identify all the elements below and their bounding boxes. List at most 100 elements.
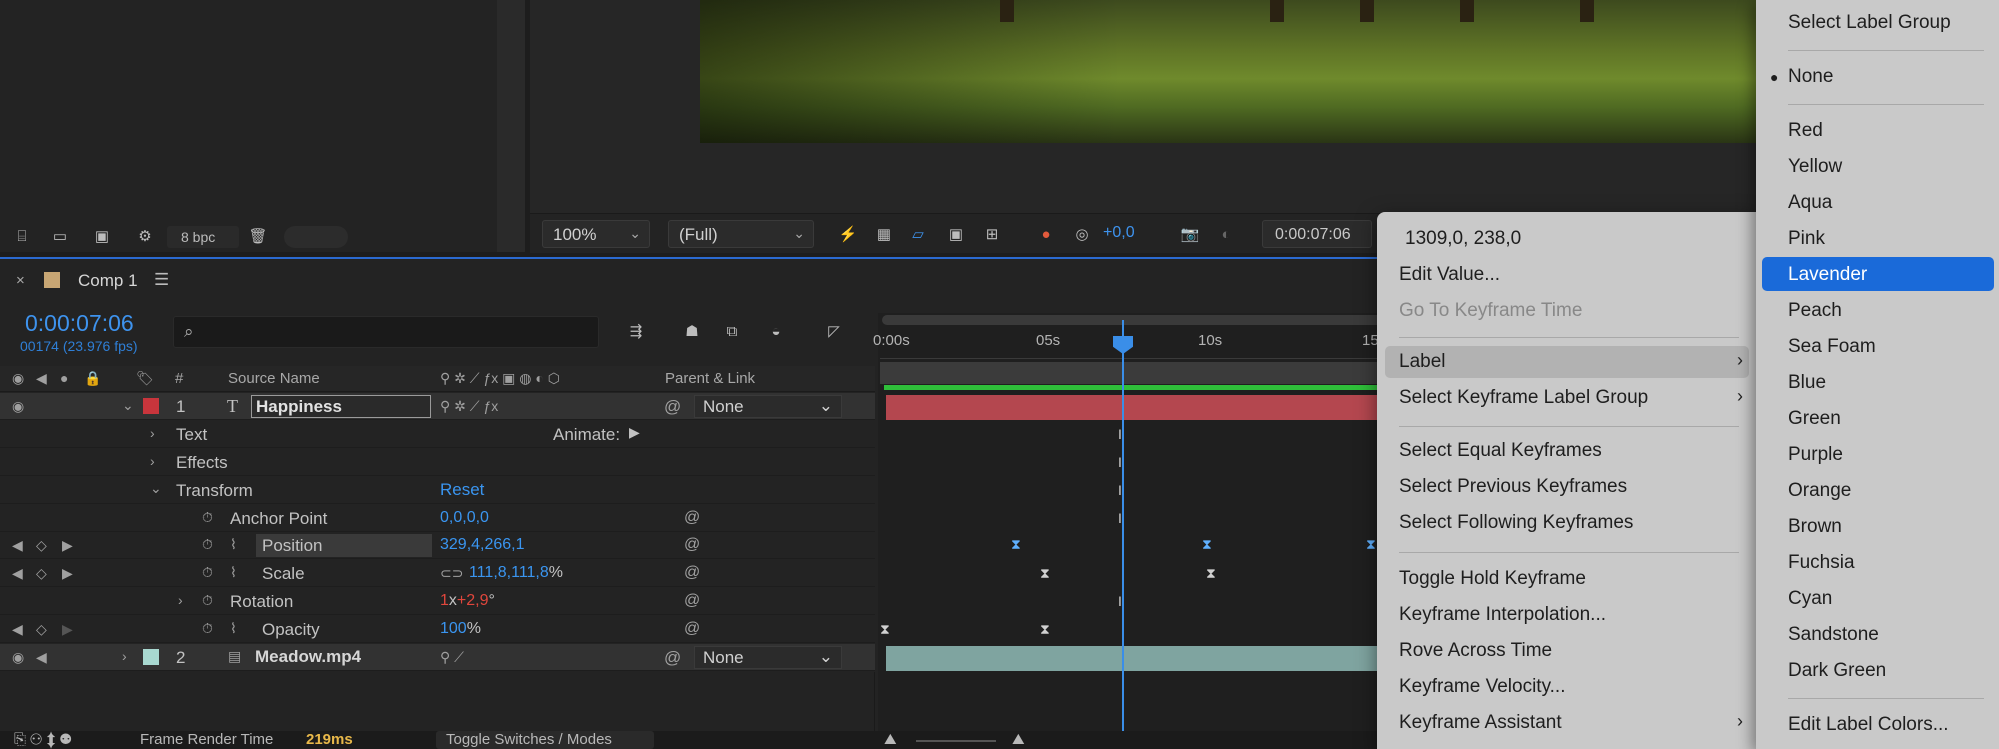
eye-icon[interactable]: ◉ [12, 398, 24, 415]
graph-icon[interactable]: ⌇ [230, 564, 237, 581]
position-keyframe[interactable]: ⧗ [1366, 536, 1376, 553]
render-toggle-icons[interactable]: ⎘ ⚇ ⬍ ⚉ [14, 731, 72, 748]
zoom-in-icon[interactable]: ⛰ [1012, 731, 1025, 748]
opacity-keyframe[interactable]: ⧗ [1040, 621, 1050, 638]
prop-row-position[interactable]: ◀ ◇ ▶ ⏱ ⌇ Position 329,4,266,1 @ [0, 532, 875, 559]
prev-keyframe-icon[interactable]: ◀ [12, 565, 23, 582]
parent-dropdown[interactable]: None ⌄ [694, 395, 842, 418]
work-area-range[interactable] [882, 315, 1382, 325]
layer-name[interactable]: Meadow.mp4 [255, 647, 361, 667]
bpc-button[interactable]: 8 bpc [167, 226, 239, 248]
transparency-grid-icon[interactable]: ▦ [872, 222, 896, 246]
label-pink[interactable]: Pink [1788, 222, 1825, 256]
snapshot-camera-icon[interactable]: 📷 [1178, 222, 1202, 246]
frame-blending-icon[interactable]: ⧉ [718, 318, 746, 344]
pickwhip-icon[interactable]: @ [684, 564, 700, 582]
stopwatch-icon[interactable]: ⏱ [202, 536, 213, 553]
menu-assistant[interactable]: Keyframe Assistant [1399, 706, 1562, 740]
label-aqua[interactable]: Aqua [1788, 186, 1832, 220]
solo-icon[interactable]: ● [60, 370, 68, 386]
next-keyframe-icon[interactable]: ▶ [62, 621, 73, 638]
project-settings-icon[interactable]: ⚙ [130, 225, 160, 247]
constrain-proportions-icon[interactable]: ⊂⊃ [440, 565, 463, 582]
position-keyframe[interactable]: ⧗ [1011, 536, 1021, 553]
chevron-right-icon[interactable]: › [178, 592, 183, 608]
pickwhip-icon[interactable]: @ [684, 620, 700, 638]
menu-select-equal[interactable]: Select Equal Keyframes [1399, 434, 1602, 468]
shy-layers-icon[interactable]: ☗ [678, 318, 706, 344]
chevron-right-icon[interactable]: › [122, 648, 127, 664]
menu-interpolation[interactable]: Keyframe Interpolation... [1399, 598, 1606, 632]
audio-icon[interactable]: ◀ [36, 370, 47, 387]
layer-duration-bar-1[interactable] [886, 395, 1380, 420]
motion-blur-icon[interactable]: ◒ [762, 318, 790, 344]
menu-rove[interactable]: Rove Across Time [1399, 634, 1552, 668]
layer-name[interactable]: Happiness [251, 395, 431, 418]
add-keyframe-icon[interactable]: ◇ [36, 537, 47, 554]
menu-label[interactable]: Label [1399, 345, 1446, 379]
menu-toggle-hold[interactable]: Toggle Hold Keyframe [1399, 562, 1586, 596]
new-composition-icon[interactable]: ▣ [88, 225, 116, 247]
prop-row-text[interactable]: › Text Animate: ▶ [0, 421, 875, 448]
chevron-down-icon[interactable]: ⌄ [122, 397, 134, 414]
layer-label-chip[interactable] [143, 398, 159, 414]
reset-exposure-icon[interactable]: ◎ [1070, 222, 1094, 246]
label-icon[interactable]: 🏷 [136, 370, 154, 387]
close-icon[interactable]: × [16, 272, 25, 289]
label-orange[interactable]: Orange [1788, 474, 1851, 508]
layer-switches[interactable]: ⚲ ⟋ [440, 649, 464, 666]
stopwatch-icon[interactable]: ⏱ [202, 564, 213, 581]
position-value[interactable]: 329,4,266,1 [440, 536, 525, 554]
resolution-dropdown[interactable]: (Full) ⌄ [668, 220, 814, 248]
graph-icon[interactable]: ⌇ [230, 620, 237, 637]
label-red[interactable]: Red [1788, 114, 1823, 148]
pickwhip-icon[interactable]: @ [684, 536, 700, 554]
pickwhip-icon[interactable]: @ [664, 397, 681, 417]
scale-keyframe[interactable]: ⧗ [1040, 565, 1050, 582]
scale-keyframe[interactable]: ⧗ [1206, 565, 1216, 582]
label-dark-green[interactable]: Dark Green [1788, 654, 1886, 688]
chevron-right-icon[interactable]: › [150, 425, 155, 441]
label-purple[interactable]: Purple [1788, 438, 1843, 472]
stopwatch-icon[interactable]: ⏱ [202, 509, 213, 526]
rotation-degrees[interactable]: +2,9 [457, 592, 489, 609]
zoom-slider[interactable] [916, 740, 996, 742]
show-snapshot-icon[interactable]: ◐ [1214, 222, 1238, 246]
graph-icon[interactable]: ⌇ [230, 536, 237, 553]
region-of-interest-icon[interactable]: ▣ [944, 222, 968, 246]
comp-mini-flowchart-icon[interactable]: ⇶ [622, 318, 650, 344]
column-parent[interactable]: Parent & Link [665, 370, 755, 387]
tab-comp[interactable]: Comp 1 [78, 271, 138, 291]
channels-icon[interactable]: ● [1034, 222, 1058, 246]
submenu-select-label-group[interactable]: Select Label Group [1788, 6, 1951, 40]
chevron-down-icon[interactable]: ⌄ [150, 480, 162, 497]
next-keyframe-icon[interactable]: ▶ [62, 565, 73, 582]
fast-previews-icon[interactable]: ⚡ [836, 222, 860, 246]
mask-visibility-icon[interactable]: ▱ [906, 222, 930, 246]
menu-edit-value[interactable]: Edit Value... [1399, 258, 1500, 292]
column-source-name[interactable]: Source Name [228, 370, 320, 387]
label-green[interactable]: Green [1788, 402, 1841, 436]
reset-link[interactable]: Reset [440, 480, 484, 500]
label-fuchsia[interactable]: Fuchsia [1788, 546, 1855, 580]
menu-select-following[interactable]: Select Following Keyframes [1399, 506, 1633, 540]
play-icon[interactable]: ▶ [629, 424, 640, 441]
graph-editor-icon[interactable]: ◸ [820, 318, 848, 344]
add-keyframe-icon[interactable]: ◇ [36, 565, 47, 582]
prop-row-transform[interactable]: ⌄ Transform Reset [0, 477, 875, 504]
parent-dropdown[interactable]: None ⌄ [694, 646, 842, 669]
eye-icon[interactable]: ◉ [12, 649, 24, 666]
label-peach[interactable]: Peach [1788, 294, 1842, 328]
layer-switches[interactable]: ⚲ ✲ ⟋ ƒx [440, 398, 498, 415]
layer-row-2[interactable]: ◉ ◀ › 2 ▤ Meadow.mp4 ⚲ ⟋ @ None ⌄ [0, 644, 875, 671]
grid-guides-icon[interactable]: ⊞ [980, 222, 1004, 246]
viewer-timecode[interactable]: 0:00:07:06 [1262, 220, 1372, 248]
toggle-switches-button[interactable]: Toggle Switches / Modes [436, 731, 654, 749]
label-sea-foam[interactable]: Sea Foam [1788, 330, 1876, 364]
zoom-dropdown[interactable]: 100% ⌄ [542, 220, 650, 248]
label-cyan[interactable]: Cyan [1788, 582, 1832, 616]
lock-icon[interactable]: 🔒 [84, 370, 101, 387]
rotation-turns[interactable]: 1 [440, 592, 449, 609]
pickwhip-icon[interactable]: @ [684, 592, 700, 610]
next-keyframe-icon[interactable]: ▶ [62, 537, 73, 554]
